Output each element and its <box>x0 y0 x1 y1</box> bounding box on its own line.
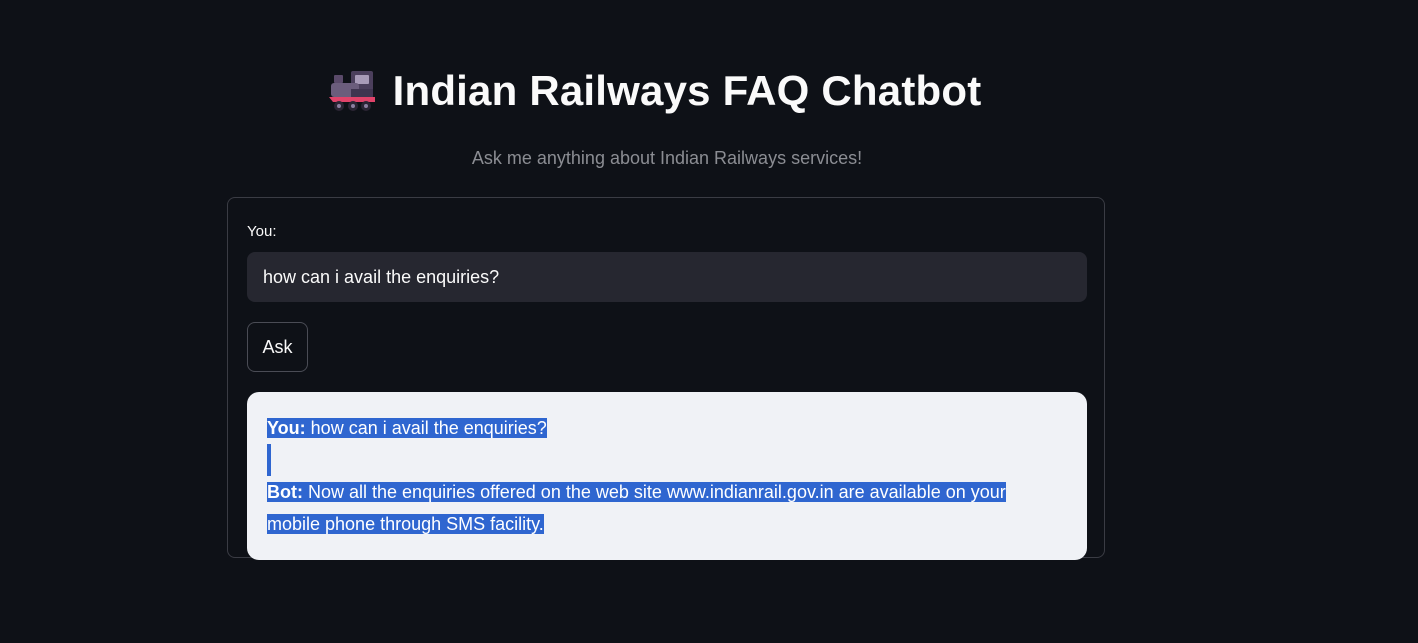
page-subtitle: Ask me anything about Indian Railways se… <box>471 148 863 168</box>
ask-button[interactable]: Ask <box>247 322 308 372</box>
bot-message-prefix: Bot: <box>267 482 303 502</box>
question-input-label: You: <box>247 223 277 240</box>
message-separator <box>267 444 1067 476</box>
steam-locomotive-icon <box>328 69 377 113</box>
bot-message-text-line2: mobile phone through SMS facility. <box>267 514 544 534</box>
user-message-text: how can i avail the enquiries? <box>310 418 547 438</box>
chat-form: You: Ask You: how can i avail the enquir… <box>227 197 1105 560</box>
question-input[interactable] <box>247 252 1087 302</box>
page-title: Indian Railways FAQ Chatbot <box>392 67 982 114</box>
chat-history-card: You: how can i avail the enquiries? Bot:… <box>247 392 1087 560</box>
user-message-prefix: You: <box>267 418 306 438</box>
header: Indian Railways FAQ Chatbot <box>0 66 1310 116</box>
user-message: You: how can i avail the enquiries? <box>267 412 1067 444</box>
app-root: Indian Railways FAQ Chatbot Ask me anyth… <box>0 0 1418 643</box>
bot-message: Bot: Now all the enquiries offered on th… <box>267 476 1067 540</box>
bot-message-text-line1: Now all the enquiries offered on the web… <box>308 482 1006 502</box>
